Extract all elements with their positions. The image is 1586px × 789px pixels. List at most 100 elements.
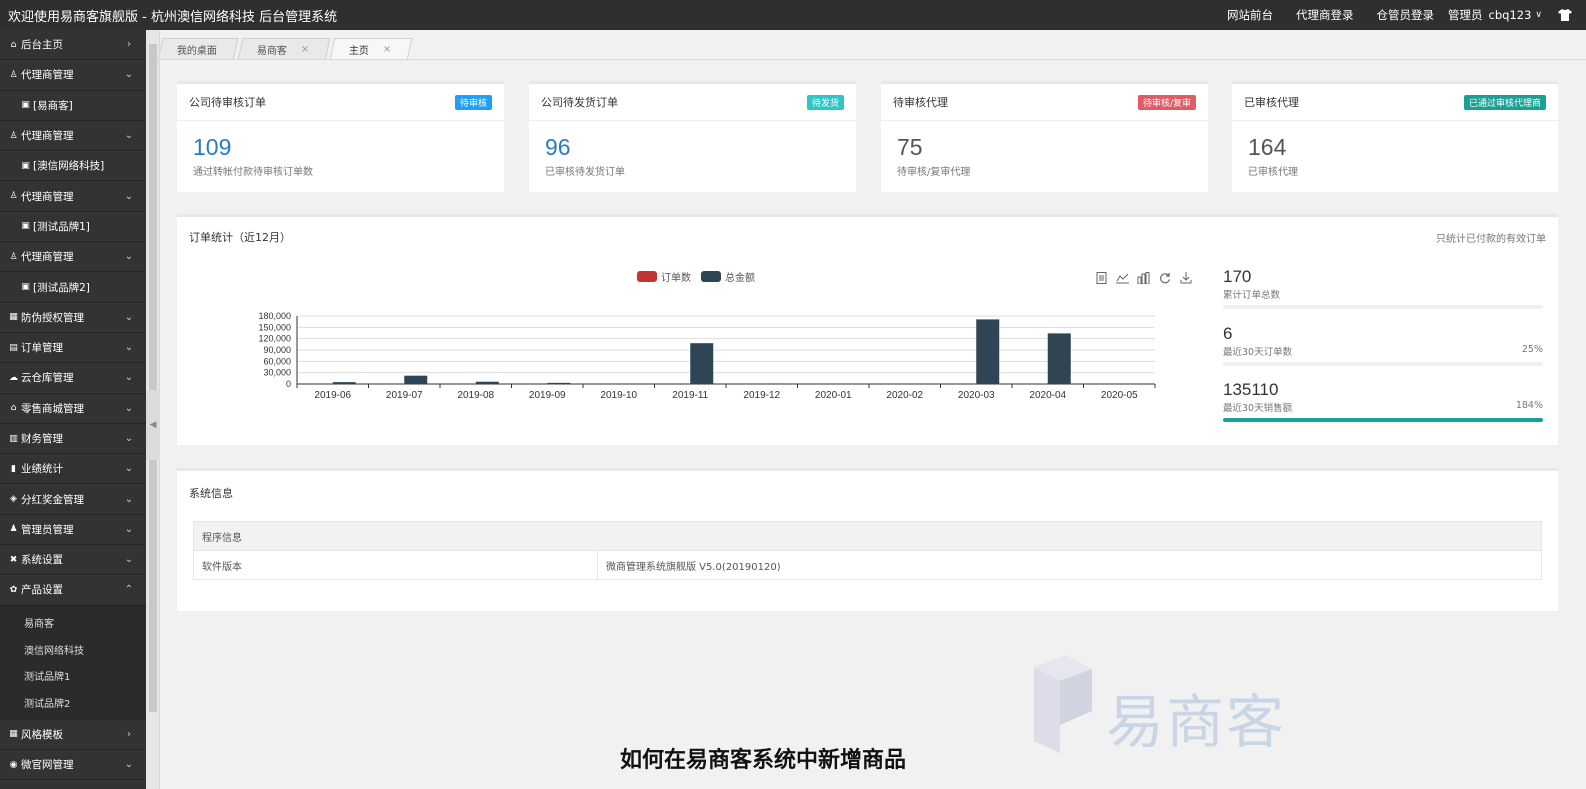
chevron-icon: ⌄ (124, 402, 134, 414)
username: cbq123 (1488, 8, 1532, 22)
sidebar-collapse-toggle[interactable]: ◀ (146, 390, 160, 460)
sidebar-item[interactable]: ◉ 微官网管理 ⌄ (0, 750, 146, 781)
sidebar-item-label: 业绩统计 (21, 463, 63, 476)
kpi-value: 135110 (1223, 380, 1279, 399)
chevron-icon: ⌄ (124, 554, 134, 566)
sidebar-item[interactable]: ▣ [测试品牌2] (0, 272, 146, 303)
sidebar-item[interactable]: ⌂ 后台主页 › (0, 30, 146, 61)
panel-title: 订单统计（近12月） (189, 231, 291, 244)
card-desc: 已审核待发货订单 (545, 167, 625, 178)
site-frontend-link[interactable]: 网站前台 (1227, 7, 1273, 23)
chevron-icon: ⌄ (124, 372, 134, 384)
kpi-total-orders: 170 累计订单总数 (1223, 267, 1543, 309)
card-desc: 通过转帐付款待审核订单数 (193, 167, 313, 178)
sidebar-item[interactable]: ☁ 云仓库管理 ⌄ (0, 363, 146, 394)
sidebar-subitem[interactable]: 测试品牌1 (0, 662, 146, 690)
sidebar-item-label: 代理商管理 (21, 69, 74, 82)
sidebar-item[interactable]: ▣ [测试品牌1] (0, 211, 146, 243)
sidebar-item[interactable]: ✖ 系统设置 ⌄ (0, 545, 146, 576)
sidebar-item-label: 防伪授权管理 (21, 311, 84, 324)
status-badge[interactable]: 待审核/复审 (1137, 94, 1196, 110)
sidebar-item[interactable]: ♙ 代理商管理 ⌄ (0, 121, 146, 152)
x-tick-label: 2019-09 (529, 390, 566, 401)
kpi-label: 最近30天订单数 (1223, 347, 1293, 358)
card-approved-agents: 已审核代理 已通过审核代理商 164 已审核代理 (1232, 81, 1558, 192)
card-title: 公司待审核订单 (189, 96, 266, 109)
sidebar-item-label: 产品设置 (21, 584, 63, 597)
x-tick-label: 2020-04 (1029, 390, 1066, 401)
sidebar-subitem[interactable]: 澳信网络科技 (0, 636, 146, 663)
app-title: 欢迎使用易商客旗舰版 - 杭州澳信网络科技 后台管理系统 (8, 9, 338, 25)
status-badge[interactable]: 待发货 (806, 94, 844, 110)
admin-icon: ♟ (9, 524, 18, 535)
card-value[interactable]: 109 (177, 121, 504, 161)
sidebar-item[interactable]: ◈ 分红奖金管理 ⌄ (0, 484, 146, 515)
sidebar-item[interactable]: ▦ 防伪授权管理 ⌄ (0, 303, 146, 333)
kpi-30day-orders: 6 最近30天订单数 25% (1223, 324, 1543, 366)
bar-amount (475, 381, 499, 384)
tab-divider (160, 59, 1586, 60)
sidebar-item[interactable]: ▤ 订单管理 ⌄ (0, 333, 146, 364)
chevron-icon: ⌄ (124, 251, 134, 263)
scrollbar-thumb[interactable] (149, 44, 157, 712)
close-icon[interactable]: × (301, 44, 309, 55)
tab-home[interactable]: 主页 × (330, 38, 414, 60)
kpi-label: 最近30天销售额 (1223, 403, 1293, 414)
card-pending-orders: 公司待审核订单 待审核 109 通过转帐付款待审核订单数 (177, 81, 504, 192)
card-desc: 待审核/复审代理 (897, 167, 971, 178)
panel-title: 系统信息 (189, 487, 233, 500)
close-icon[interactable]: × (383, 44, 391, 55)
y-tick-label: 60,000 (263, 356, 291, 366)
bar-amount (332, 382, 356, 384)
video-caption: 如何在易商客系统中新增商品 (620, 747, 907, 773)
sidebar-item-label: [测试品牌2] (33, 281, 90, 294)
sidebar-scrollbar[interactable]: ◀ (146, 30, 160, 789)
card-value[interactable]: 75 (881, 121, 1208, 161)
user-menu[interactable]: cbq123 ∨ (1489, 8, 1542, 22)
gear-icon: ✿ (9, 584, 18, 595)
sidebar-item[interactable]: ♙ 代理商管理 ⌄ (0, 181, 146, 212)
warehouse-login-link[interactable]: 仓管员登录 (1377, 7, 1435, 23)
sidebar-item[interactable]: ▦ 风格模板 › (0, 720, 146, 750)
user-icon: ♙ (9, 191, 18, 202)
gift-icon: ◈ (10, 494, 17, 505)
sidebar-item-label: 代理商管理 (21, 251, 74, 264)
x-tick-label: 2019-12 (743, 390, 780, 401)
tab-yishangke[interactable]: 易商客 × (237, 38, 331, 60)
sidebar-item[interactable]: ♙ 代理商管理 ⌄ (0, 60, 146, 91)
sidebar-item[interactable]: ♟ 管理员管理 ⌄ (0, 515, 146, 546)
store-icon: ⌂ (10, 403, 17, 414)
sidebar-item[interactable]: ▮ 业绩统计 ⌄ (0, 454, 146, 485)
sidebar-item-label: 后台主页 (21, 39, 63, 52)
sidebar-item[interactable]: ▥ 财务管理 ⌄ (0, 424, 146, 455)
tab-desktop[interactable]: 我的桌面 (157, 38, 239, 60)
sidebar: ⌂ 后台主页 › ♙ 代理商管理 ⌄ ▣ [易商客] ♙ 代理商管理 ⌄ ▣ [澳信网络科技] ♙ 代理商管… (0, 30, 146, 789)
status-badge[interactable]: 已通过审核代理商 (1463, 94, 1546, 110)
agent-login-link[interactable]: 代理商登录 (1296, 7, 1354, 23)
sidebar-item[interactable]: ♙ 代理商管理 ⌄ (0, 242, 146, 273)
chevron-icon: ⌄ (124, 69, 134, 81)
card-title: 公司待发货订单 (541, 96, 618, 109)
sidebar-item[interactable]: ▣ [澳信网络科技] (0, 151, 146, 182)
bar-amount (547, 382, 571, 384)
sidebar-subitem[interactable]: 易商客 (0, 609, 146, 637)
lock-icon: ▣ (21, 282, 30, 293)
chevron-left-icon: ◀ (149, 420, 157, 430)
card-value[interactable]: 164 (1232, 121, 1558, 161)
lock-icon: ▣ (21, 221, 30, 232)
kpi-label: 累计订单总数 (1223, 290, 1281, 301)
x-tick-label: 2020-01 (815, 390, 852, 401)
card-pending-shipments: 公司待发货订单 待发货 96 已审核待发货订单 (529, 81, 856, 192)
tab-label: 主页 (349, 46, 370, 57)
sidebar-item[interactable]: ▣ [易商客] (0, 90, 146, 121)
card-value[interactable]: 96 (529, 121, 856, 161)
theme-shirt-icon[interactable] (1558, 9, 1572, 21)
sidebar-item[interactable]: ⌂ 零售商城管理 ⌄ (0, 394, 146, 424)
status-badge[interactable]: 待审核 (454, 94, 492, 110)
sidebar-subitem[interactable]: 测试品牌2 (0, 689, 146, 716)
card-title: 已审核代理 (1244, 96, 1299, 109)
cloud-icon: ☁ (9, 372, 18, 383)
sidebar-item-label: 云仓库管理 (21, 372, 74, 385)
sidebar-item[interactable]: ✿ 产品设置 ⌃ (0, 575, 146, 606)
bar-amount (976, 319, 1000, 384)
